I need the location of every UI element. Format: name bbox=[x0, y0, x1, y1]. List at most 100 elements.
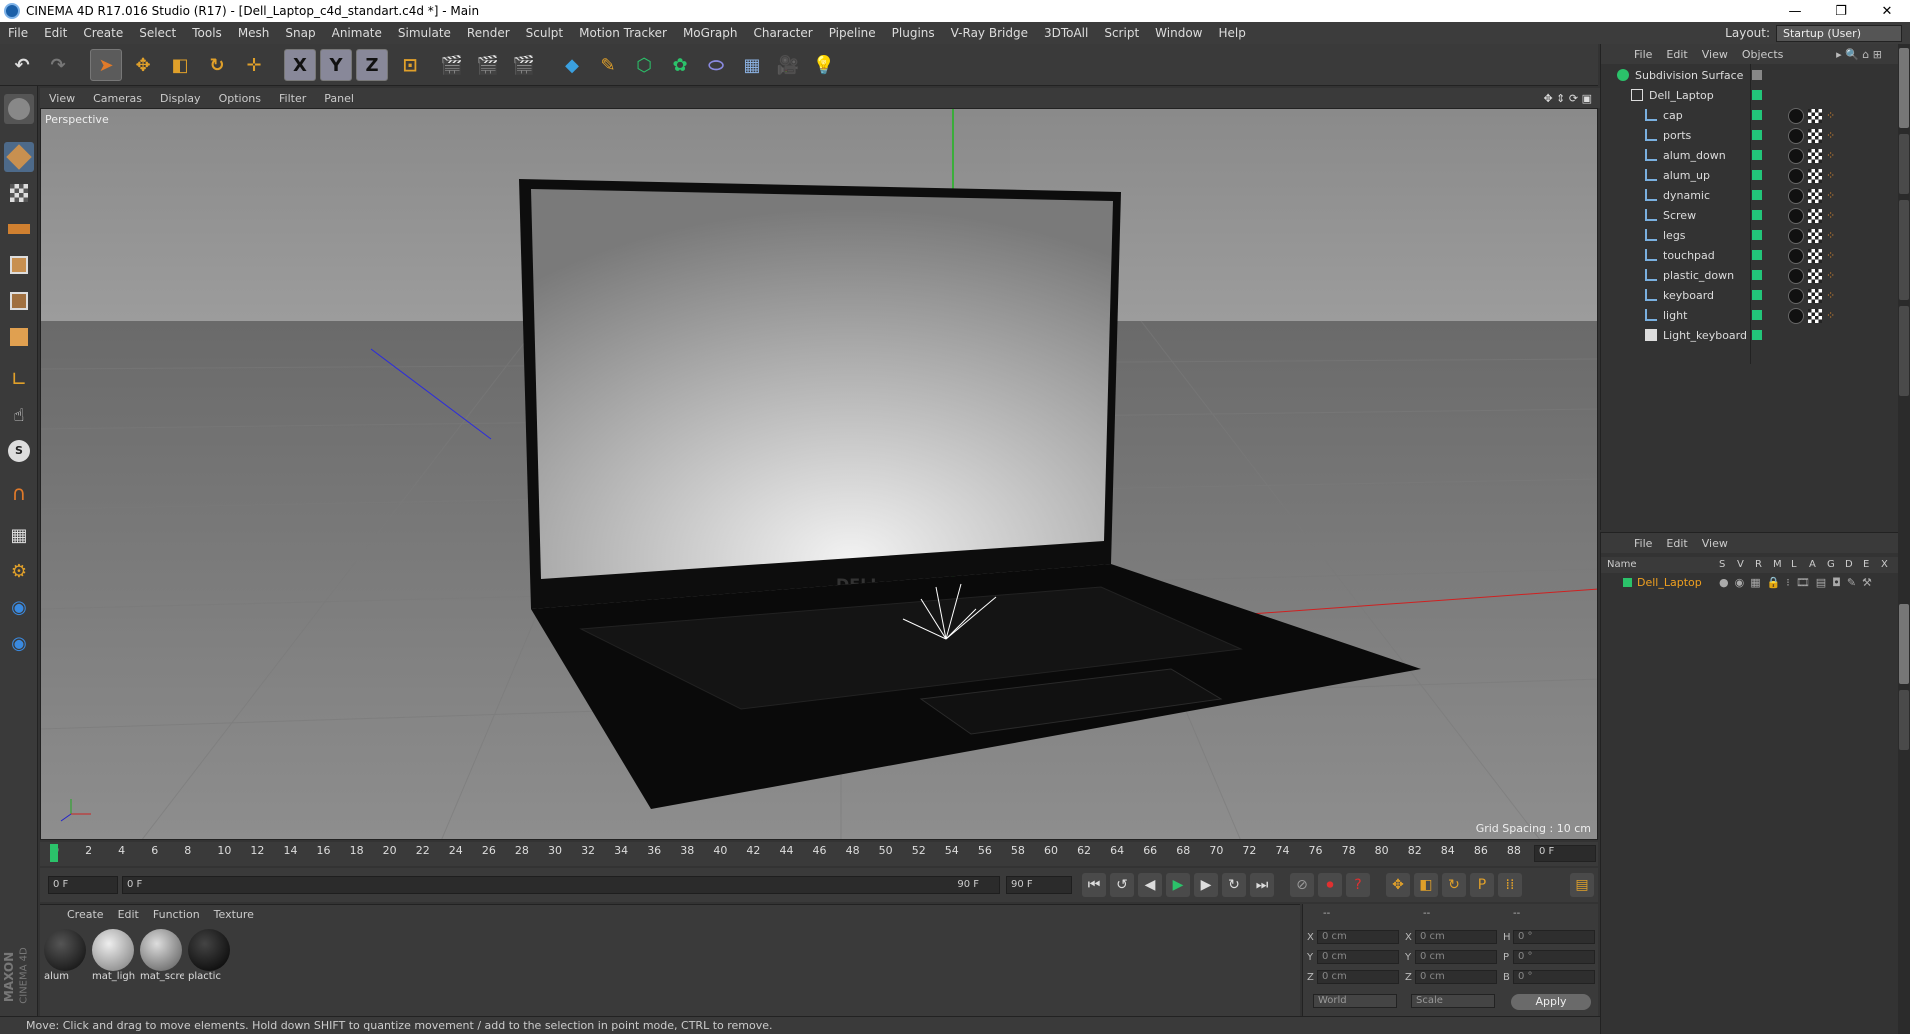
object-row[interactable]: Subdivision Surface bbox=[1601, 66, 1899, 86]
layer-color-swatch[interactable] bbox=[1752, 330, 1762, 340]
model-mode-icon[interactable] bbox=[4, 142, 34, 172]
material-menu-function[interactable]: Function bbox=[146, 908, 207, 921]
snap-icon[interactable]: S bbox=[4, 436, 34, 466]
cube-object-icon[interactable]: ◆ bbox=[556, 49, 588, 81]
menu-script[interactable]: Script bbox=[1096, 26, 1147, 40]
phong-tag-icon[interactable]: ⁘ bbox=[1826, 229, 1835, 242]
texture-mode-icon[interactable] bbox=[4, 178, 34, 208]
layer-color-swatch[interactable] bbox=[1752, 310, 1762, 320]
layer-color-swatch[interactable] bbox=[1752, 90, 1762, 100]
texture-tag-icon[interactable] bbox=[1808, 269, 1822, 283]
scale-tool-icon[interactable]: ◧ bbox=[164, 49, 196, 81]
coordinate-system-icon[interactable]: ⊡ bbox=[394, 49, 426, 81]
material-tag-icon[interactable] bbox=[1788, 168, 1804, 184]
tab-objects[interactable] bbox=[1899, 48, 1909, 128]
menu-vray-bridge[interactable]: V-Ray Bridge bbox=[943, 26, 1036, 40]
tab-content-browser[interactable] bbox=[1899, 200, 1909, 300]
menu-help[interactable]: Help bbox=[1210, 26, 1253, 40]
apply-button[interactable]: Apply bbox=[1511, 994, 1591, 1010]
camera-icon[interactable]: 🎥 bbox=[772, 49, 804, 81]
key-position-icon[interactable]: ✥ bbox=[1386, 873, 1410, 897]
keyframe-selection-icon[interactable]: ? bbox=[1346, 873, 1370, 897]
object-menu-objects[interactable]: Objects bbox=[1735, 48, 1791, 61]
points-mode-icon[interactable] bbox=[4, 250, 34, 280]
layer-color-swatch[interactable] bbox=[1752, 70, 1762, 80]
timeline-playhead[interactable] bbox=[50, 844, 58, 862]
tweak-mode-icon[interactable]: ☝ bbox=[4, 400, 34, 430]
tab-attributes[interactable] bbox=[1899, 604, 1909, 684]
layer-color-swatch[interactable] bbox=[1752, 150, 1762, 160]
texture-tag-icon[interactable] bbox=[1808, 169, 1822, 183]
rotation-h-field[interactable]: 0 ° bbox=[1513, 930, 1595, 944]
texture-tag-icon[interactable] bbox=[1808, 309, 1822, 323]
axis-mode-icon[interactable]: ∟ bbox=[4, 364, 34, 394]
z-axis-lock-icon[interactable]: Z bbox=[356, 49, 388, 81]
key-scale-icon[interactable]: ◧ bbox=[1414, 873, 1438, 897]
object-row[interactable]: alum_down ⁘ bbox=[1601, 146, 1899, 166]
size-z-field[interactable]: 0 cm bbox=[1415, 970, 1497, 984]
material-mat-light[interactable]: mat_ligh bbox=[92, 929, 136, 987]
edges-mode-icon[interactable] bbox=[4, 286, 34, 316]
key-parameter-icon[interactable]: P bbox=[1470, 873, 1494, 897]
menu-simulate[interactable]: Simulate bbox=[390, 26, 459, 40]
texture-tag-icon[interactable] bbox=[1808, 209, 1822, 223]
scale-dropdown[interactable]: Scale bbox=[1411, 994, 1495, 1008]
material-tag-icon[interactable] bbox=[1788, 268, 1804, 284]
object-row[interactable]: ports ⁘ bbox=[1601, 126, 1899, 146]
menu-edit[interactable]: Edit bbox=[36, 26, 75, 40]
menu-pipeline[interactable]: Pipeline bbox=[821, 26, 884, 40]
texture-tag-icon[interactable] bbox=[1808, 289, 1822, 303]
layer-color-swatch[interactable] bbox=[1752, 190, 1762, 200]
tab-structure[interactable] bbox=[1899, 306, 1909, 396]
menu-snap[interactable]: Snap bbox=[277, 26, 323, 40]
material-tag-icon[interactable] bbox=[1788, 208, 1804, 224]
phong-tag-icon[interactable]: ⁘ bbox=[1826, 269, 1835, 282]
light-icon[interactable]: 💡 bbox=[808, 49, 840, 81]
tab-layers[interactable] bbox=[1899, 690, 1909, 750]
phong-tag-icon[interactable]: ⁘ bbox=[1826, 169, 1835, 182]
next-frame-icon[interactable]: ▶ bbox=[1194, 873, 1218, 897]
phong-tag-icon[interactable]: ⁘ bbox=[1826, 209, 1835, 222]
material-tag-icon[interactable] bbox=[1788, 148, 1804, 164]
subdivision-surface-icon[interactable]: ⬡ bbox=[628, 49, 660, 81]
size-y-field[interactable]: 0 cm bbox=[1415, 950, 1497, 964]
key-pla-icon[interactable]: ⁞⁞ bbox=[1498, 873, 1522, 897]
layer-color-swatch[interactable] bbox=[1752, 210, 1762, 220]
object-row[interactable]: Dell_Laptop bbox=[1601, 86, 1899, 106]
3d-viewport[interactable]: DELL Perspective Grid Spacing : 10 cm bbox=[40, 108, 1598, 840]
go-to-start-icon[interactable]: ⏮ bbox=[1082, 873, 1106, 897]
minimize-button[interactable]: — bbox=[1772, 0, 1818, 22]
y-axis-lock-icon[interactable]: Y bbox=[320, 49, 352, 81]
material-tag-icon[interactable] bbox=[1788, 188, 1804, 204]
move-tool-icon[interactable]: ✥ bbox=[127, 49, 159, 81]
texture-tag-icon[interactable] bbox=[1808, 129, 1822, 143]
material-plactic[interactable]: plactic bbox=[188, 929, 232, 987]
redo-icon[interactable]: ↷ bbox=[42, 49, 74, 81]
python-icon[interactable]: ◉ bbox=[4, 592, 34, 622]
menu-sculpt[interactable]: Sculpt bbox=[518, 26, 571, 40]
close-button[interactable]: ✕ bbox=[1864, 0, 1910, 22]
restore-button[interactable]: ❐ bbox=[1818, 0, 1864, 22]
position-y-field[interactable]: 0 cm bbox=[1317, 950, 1399, 964]
material-menu-create[interactable]: Create bbox=[60, 908, 111, 921]
workplane-mode-icon[interactable] bbox=[4, 214, 34, 244]
material-tag-icon[interactable] bbox=[1788, 108, 1804, 124]
material-alum[interactable]: alum bbox=[44, 929, 88, 987]
layer-color-swatch[interactable] bbox=[1752, 270, 1762, 280]
material-tag-icon[interactable] bbox=[1788, 228, 1804, 244]
play-icon[interactable]: ▶ bbox=[1166, 873, 1190, 897]
phong-tag-icon[interactable]: ⁘ bbox=[1826, 189, 1835, 202]
menu-motion-tracker[interactable]: Motion Tracker bbox=[571, 26, 675, 40]
current-frame-field[interactable]: 0 F bbox=[1534, 845, 1596, 862]
menu-plugins[interactable]: Plugins bbox=[884, 26, 943, 40]
menu-tools[interactable]: Tools bbox=[184, 26, 230, 40]
render-view-icon[interactable]: 🎬 bbox=[436, 49, 468, 81]
next-key-icon[interactable]: ↻ bbox=[1222, 873, 1246, 897]
deformer-icon[interactable]: ⬭ bbox=[700, 49, 732, 81]
layer-color-swatch[interactable] bbox=[1752, 130, 1762, 140]
object-row[interactable]: keyboard ⁘ bbox=[1601, 286, 1899, 306]
layer-flag-icons[interactable]: ●◉▦🔒⁝🎞▤◘✎⚒ bbox=[1719, 576, 1878, 589]
viewport-menu-display[interactable]: Display bbox=[151, 92, 210, 105]
timeline-window-icon[interactable]: ▤ bbox=[1570, 873, 1594, 897]
end-frame-field[interactable]: 90 F bbox=[1006, 876, 1072, 894]
